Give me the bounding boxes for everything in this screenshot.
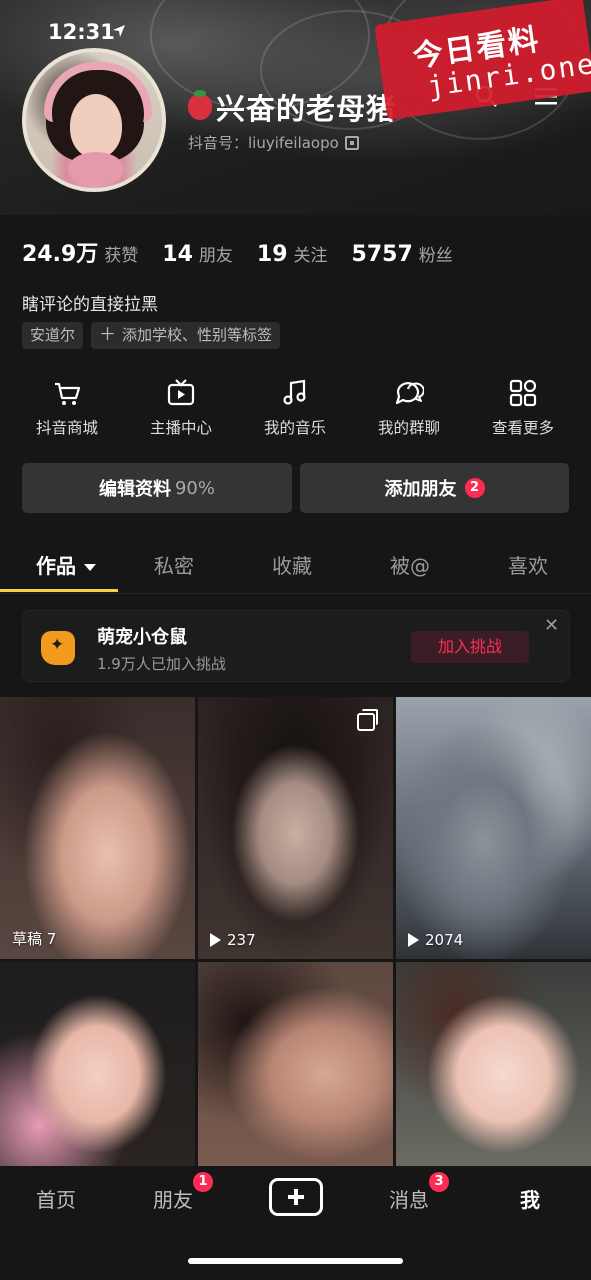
draft-count: 草稿 7 <box>12 930 57 948</box>
stat-likes-label: 获赞 <box>104 246 139 266</box>
caret-down-icon <box>84 564 96 571</box>
play-icon <box>408 933 419 947</box>
nav-friends[interactable]: 朋友 1 <box>153 1172 213 1213</box>
stat-following-value: 19 <box>256 242 288 267</box>
quick-action-label: 我的群聊 <box>377 419 440 437</box>
tab-active-indicator <box>0 589 118 592</box>
tab-works-label: 作品 <box>36 554 76 578</box>
quick-action-streamer[interactable]: 主播中心 <box>126 372 236 438</box>
add-tags-button[interactable]: ＋ 添加学校、性别等标签 <box>91 322 281 349</box>
add-friend-label: 添加朋友 <box>384 479 457 500</box>
stat-following[interactable]: 19 关注 <box>257 241 328 267</box>
quick-actions: 抖音商城 主播中心 我的音乐 我的群聊 查看更多 <box>0 372 591 442</box>
stat-followers-value: 5757 <box>351 242 413 267</box>
quick-action-groups[interactable]: 我的群聊 <box>354 372 464 438</box>
avatar[interactable] <box>22 48 166 192</box>
challenge-banner[interactable]: 萌宠小仓鼠 1.9万人已加入挑战 加入挑战 ✕ <box>22 610 570 682</box>
avatar-scarf <box>44 62 152 122</box>
nav-me[interactable]: 我 <box>520 1184 540 1213</box>
status-time: 12:31 <box>48 20 115 44</box>
nav-friends-badge: 1 <box>193 1172 213 1192</box>
bottom-nav: 首页 朋友 1 消息 3 我 <box>0 1166 591 1280</box>
video-tile-label: 草稿 7 <box>12 928 56 949</box>
edit-profile-button[interactable]: 编辑资料 90% <box>22 463 292 513</box>
douyin-id[interactable]: 抖音号：liuyifeilaopo <box>188 132 359 153</box>
video-tile[interactable]: 237 <box>198 697 393 959</box>
profile-header: 12:31 兴奋的老母猪 抖音号：liuyifeilaopo 今日看料 jinr… <box>0 0 591 215</box>
video-tile[interactable] <box>198 962 393 1166</box>
nav-home[interactable]: 首页 <box>36 1184 76 1213</box>
nav-messages-label: 消息 <box>389 1188 429 1212</box>
avatar-bow <box>68 152 124 186</box>
stat-likes[interactable]: 24.9万 获赞 <box>22 236 138 268</box>
stat-friends-value: 14 <box>162 242 193 267</box>
tab-favorites[interactable]: 收藏 <box>272 550 312 579</box>
create-post-button[interactable] <box>269 1178 323 1216</box>
add-friend-badge: 2 <box>464 478 485 498</box>
quick-action-music[interactable]: 我的音乐 <box>240 372 350 438</box>
profile-tags: 安道尔 ＋ 添加学校、性别等标签 <box>22 322 281 349</box>
bio-text: 瞎评论的直接拉黑 <box>22 295 158 315</box>
cart-icon <box>55 382 81 405</box>
quick-action-label: 我的音乐 <box>263 419 326 437</box>
chat-bubbles-icon <box>395 382 424 405</box>
nav-messages-badge: 3 <box>429 1172 449 1192</box>
tab-mentions[interactable]: 被@ <box>390 550 430 579</box>
quick-action-label: 抖音商城 <box>35 419 98 437</box>
nickname[interactable]: 兴奋的老母猪 <box>216 86 396 128</box>
stat-following-label: 关注 <box>293 246 328 266</box>
location-arrow-icon <box>113 25 125 37</box>
location-tag[interactable]: 安道尔 <box>22 322 84 349</box>
nav-friends-label: 朋友 <box>153 1188 193 1212</box>
stat-friends[interactable]: 14 朋友 <box>162 241 233 267</box>
challenge-icon <box>41 631 75 665</box>
tab-likes[interactable]: 喜欢 <box>508 550 548 579</box>
tab-private[interactable]: 私密 <box>154 550 194 579</box>
plus-icon: ＋ <box>99 325 117 345</box>
douyin-id-text: 抖音号：liuyifeilaopo <box>188 134 339 152</box>
quick-action-more[interactable]: 查看更多 <box>468 372 578 438</box>
stat-friends-label: 朋友 <box>198 246 233 266</box>
video-tile[interactable]: 2074 <box>396 697 591 959</box>
nav-messages[interactable]: 消息 3 <box>389 1172 449 1213</box>
content-tabs: 作品 私密 收藏 被@ 喜欢 <box>0 540 591 592</box>
multi-image-icon <box>357 709 378 731</box>
edit-profile-label: 编辑资料 <box>98 479 171 500</box>
view-count: 237 <box>227 931 256 949</box>
quick-action-mall[interactable]: 抖音商城 <box>12 372 122 438</box>
tv-icon <box>167 379 195 406</box>
challenge-title: 萌宠小仓鼠 <box>97 627 187 648</box>
grid-more-icon <box>509 379 537 407</box>
video-tile-draft[interactable]: 草稿 7 <box>0 697 195 959</box>
stat-followers-label: 粉丝 <box>418 246 453 266</box>
view-count: 2074 <box>425 931 464 949</box>
video-tile[interactable] <box>396 962 591 1166</box>
nickname-row: 兴奋的老母猪 <box>188 86 396 128</box>
challenge-subtitle: 1.9万人已加入挑战 <box>97 655 226 673</box>
strawberry-icon <box>188 90 212 120</box>
music-icon <box>283 379 306 405</box>
video-tile-label: 2074 <box>408 931 463 949</box>
close-icon[interactable]: ✕ <box>544 615 559 636</box>
edit-profile-percent: 90% <box>174 477 215 499</box>
quick-action-label: 主播中心 <box>149 419 212 437</box>
tabs-divider <box>0 593 591 594</box>
tab-works[interactable]: 作品 <box>36 550 96 579</box>
quick-action-label: 查看更多 <box>491 419 554 437</box>
add-tags-text: 添加学校、性别等标签 <box>122 326 273 344</box>
add-friend-button[interactable]: 添加朋友 2 <box>300 463 569 513</box>
stat-followers[interactable]: 5757 粉丝 <box>352 241 453 267</box>
play-icon <box>210 933 221 947</box>
home-indicator <box>188 1258 403 1264</box>
join-challenge-button[interactable]: 加入挑战 <box>411 631 529 663</box>
video-tile-label: 237 <box>210 931 256 949</box>
stat-likes-value: 24.9万 <box>22 242 99 267</box>
location-tag-text: 安道尔 <box>30 326 76 344</box>
stats-row: 24.9万 获赞 14 朋友 19 关注 5757 粉丝 <box>22 236 453 268</box>
qr-code-icon[interactable] <box>344 135 359 150</box>
video-tile[interactable] <box>0 962 195 1166</box>
